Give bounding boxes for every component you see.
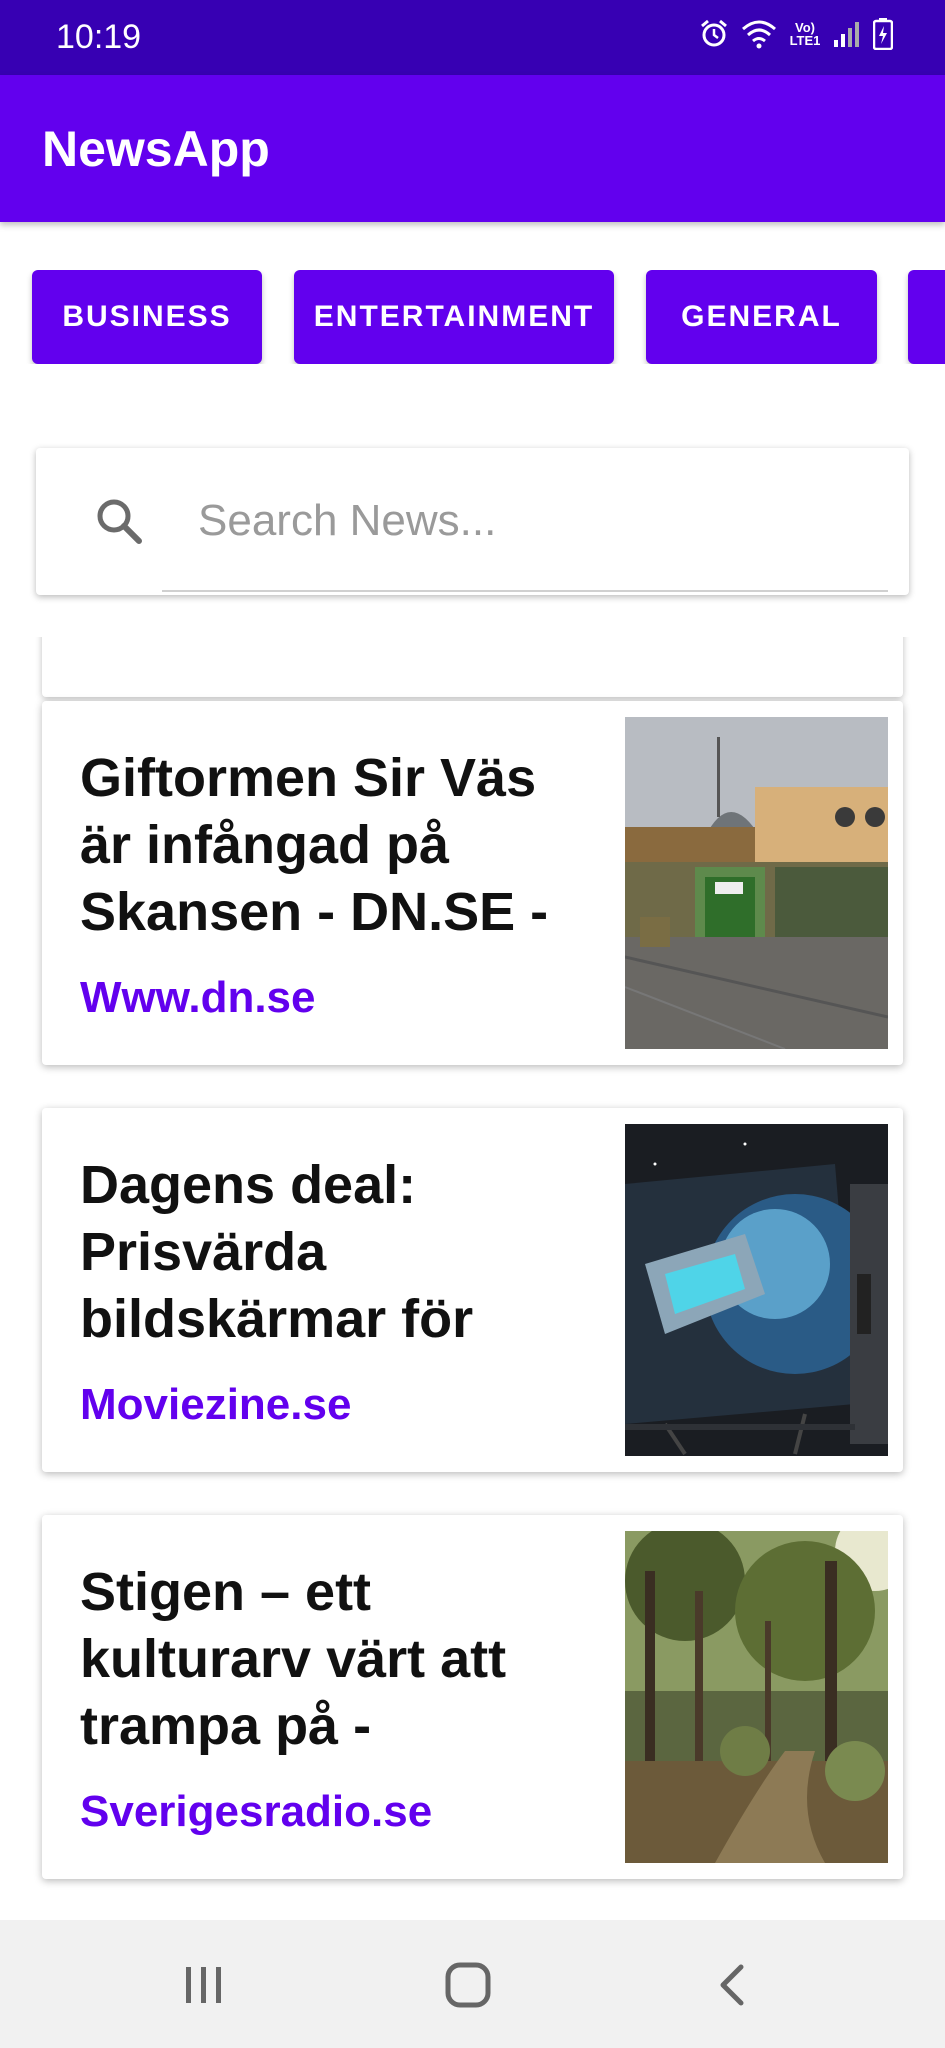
system-nav-bar [0,1920,945,2048]
category-next-button-partial[interactable] [908,270,945,364]
news-source: Sverigesradio.se [80,1787,433,1836]
search-input-underline [162,590,888,592]
status-time: 10:19 [56,18,142,56]
news-list[interactable]: Giftormen Sir Väs är infångad på Skansen… [0,637,945,1920]
category-bar: BUSINESS ENTERTAINMENT GENERAL [0,270,945,364]
recent-apps-icon[interactable] [174,1960,234,2010]
news-source: Moviezine.se [80,1380,352,1429]
status-icons: Vo) LTE1 [699,18,893,50]
signal-icon [834,22,859,47]
news-source: Www.dn.se [80,973,316,1022]
battery-icon [873,18,893,50]
search-input[interactable] [198,484,924,558]
alarm-icon [701,19,727,47]
search-icon [97,499,142,544]
news-card[interactable]: Stigen – ett kulturarv värt att trampa p… [42,1515,903,1879]
status-bar: 10:19 Vo) LTE1 [0,0,945,75]
volte-indicator: Vo) LTE1 [789,20,821,48]
app-title: NewsApp [42,121,270,177]
category-entertainment-button[interactable]: ENTERTAINMENT [294,270,614,364]
news-title: Giftormen Sir Väs är infångad på Skansen… [80,748,549,942]
wifi-icon [742,20,776,49]
home-icon[interactable] [438,1960,498,2010]
app-bar: NewsApp [0,75,945,222]
back-icon[interactable] [703,1960,763,2010]
news-thumbnail [625,717,888,1049]
news-thumbnail [625,1124,888,1456]
news-thumbnail [625,1531,888,1863]
news-title: Stigen – ett kulturarv värt att trampa p… [80,1562,507,1756]
partial-news-card[interactable] [42,637,903,697]
category-business-button[interactable]: BUSINESS [32,270,262,364]
category-general-button[interactable]: GENERAL [646,270,877,364]
news-card[interactable]: Dagens deal: Prisvärda bildskärmar för M… [42,1108,903,1472]
search-card [36,448,924,595]
news-card[interactable]: Giftormen Sir Väs är infångad på Skansen… [42,701,903,1065]
news-title: Dagens deal: Prisvärda bildskärmar för [80,1155,474,1349]
